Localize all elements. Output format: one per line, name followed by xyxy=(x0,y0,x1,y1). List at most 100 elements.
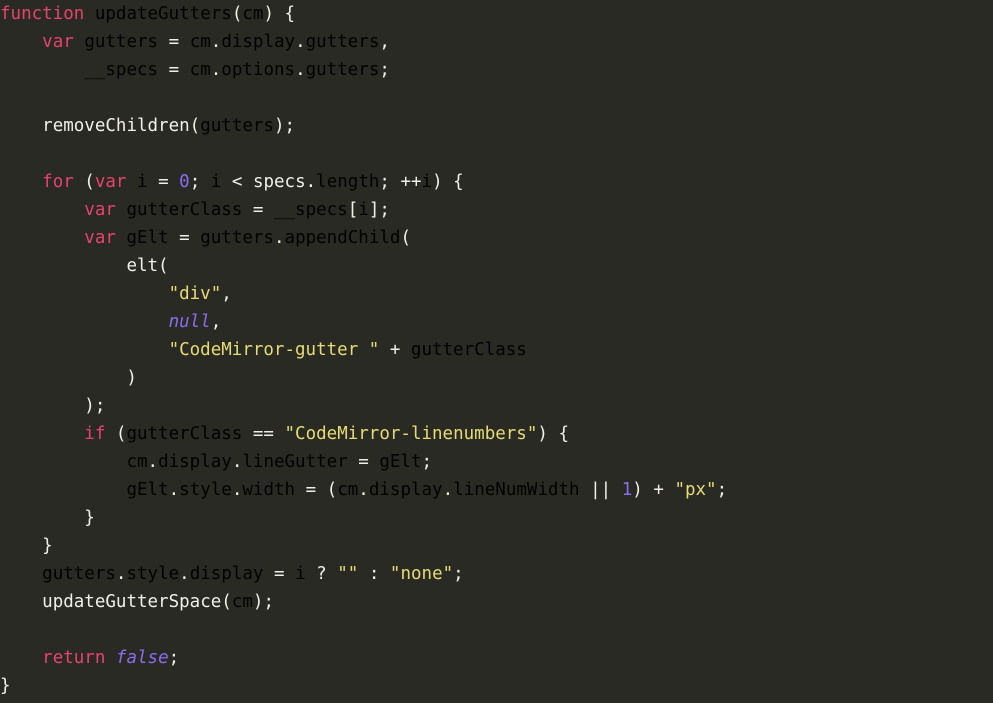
code-line[interactable]: } xyxy=(0,532,993,560)
code-token-number: 0 xyxy=(179,172,190,192)
code-line[interactable]: function updateGutters(cm) { xyxy=(0,0,993,28)
code-token-definition: __specs xyxy=(84,60,159,80)
code-token-plain: ); xyxy=(273,116,296,136)
code-line[interactable]: null, xyxy=(0,308,993,336)
code-token-variable: gutterClass xyxy=(126,424,243,444)
code-line[interactable]: } xyxy=(0,672,993,700)
code-token-plain: + xyxy=(379,340,411,360)
code-token-plain: ( xyxy=(221,592,232,612)
code-token-plain: ); xyxy=(0,396,106,416)
code-token-variable: gutters xyxy=(200,228,274,248)
code-line[interactable]: "CodeMirror-gutter " + gutterClass xyxy=(0,336,993,364)
code-line[interactable]: var gElt = gutters.appendChild( xyxy=(0,224,993,252)
code-token-plain: = xyxy=(242,200,274,220)
code-line[interactable]: gutters.style.display = i ? "" : "none"; xyxy=(0,560,993,588)
code-line[interactable]: var gutterClass = __specs[i]; xyxy=(0,196,993,224)
code-token-plain: = xyxy=(347,452,380,472)
code-token-plain: . xyxy=(179,564,190,584)
code-token-string: "" xyxy=(337,564,359,584)
code-token-definition: gutterClass xyxy=(126,200,243,220)
code-token-variable: i xyxy=(295,564,306,584)
code-token-plain: . xyxy=(358,480,369,500)
code-line[interactable] xyxy=(0,84,993,112)
code-line[interactable]: updateGutterSpace(cm); xyxy=(0,588,993,616)
code-line[interactable]: } xyxy=(0,504,993,532)
code-token-plain: ( xyxy=(105,424,127,444)
code-token-plain: ) xyxy=(0,368,137,388)
code-token-plain: : xyxy=(358,564,390,584)
code-token-variable: cm xyxy=(231,592,253,612)
code-line[interactable]: elt( xyxy=(0,252,993,280)
code-token-plain: specs xyxy=(252,172,306,192)
code-token-plain: . xyxy=(273,228,285,248)
code-token-property: lineGutter xyxy=(242,452,348,472)
code-token-definition: updateGutters xyxy=(94,4,232,24)
code-token-keyword: function xyxy=(0,4,85,24)
code-token-plain: = ( xyxy=(295,480,338,500)
code-token-plain: ]; xyxy=(368,200,390,220)
code-line[interactable]: __specs = cm.options.gutters; xyxy=(0,56,993,84)
code-token-plain: = xyxy=(263,564,296,584)
code-token-property: lineNumWidth xyxy=(453,480,580,500)
code-token-plain: . xyxy=(115,564,127,584)
code-line[interactable]: if (gutterClass == "CodeMirror-linenumbe… xyxy=(0,420,993,448)
code-token-keyword: var xyxy=(94,172,127,192)
code-line[interactable]: var gutters = cm.display.gutters, xyxy=(0,28,993,56)
code-token-plain: ; xyxy=(421,452,433,472)
code-token-plain: ? xyxy=(305,564,338,584)
code-token-plain: , xyxy=(379,32,390,52)
code-token-variable: gElt xyxy=(126,480,169,500)
code-line[interactable]: ); xyxy=(0,392,993,420)
code-token-atom: null xyxy=(168,312,211,332)
code-token-string: "CodeMirror-linenumbers" xyxy=(284,424,538,444)
code-token-atom: false xyxy=(115,648,169,668)
code-line[interactable]: "div", xyxy=(0,280,993,308)
code-token-plain: ; xyxy=(168,648,180,668)
code-token-property: display xyxy=(158,452,232,472)
code-token-variable: __specs xyxy=(273,200,348,220)
code-line[interactable] xyxy=(0,140,993,168)
code-line[interactable]: for (var i = 0; i < specs.length; ++i) { xyxy=(0,168,993,196)
code-token-plain: = xyxy=(158,32,190,52)
code-token-variable: gElt xyxy=(379,452,422,472)
code-content-area[interactable]: function updateGutters(cm) { var gutters… xyxy=(0,0,993,700)
code-token-property: display xyxy=(221,32,296,52)
code-token-plain: ; xyxy=(716,480,728,500)
code-line[interactable]: cm.display.lineGutter = gElt; xyxy=(0,448,993,476)
code-token-plain: ) { xyxy=(432,172,464,192)
code-token-plain: ( xyxy=(73,172,95,192)
code-token-property: options xyxy=(221,60,296,80)
code-token-plain: . xyxy=(295,32,306,52)
code-token-plain: . xyxy=(305,172,317,192)
code-token-property: style xyxy=(179,480,232,500)
code-editor[interactable]: function updateGutters(cm) { var gutters… xyxy=(0,0,993,703)
code-token-variable: gutters xyxy=(200,116,274,136)
code-line[interactable]: gElt.style.width = (cm.display.lineNumWi… xyxy=(0,476,993,504)
code-token-plain: , xyxy=(210,312,222,332)
code-token-keyword: var xyxy=(84,200,116,220)
code-token-variable: gutters xyxy=(42,564,116,584)
code-token-variable: cm xyxy=(337,480,359,500)
code-token-string: "CodeMirror-gutter " xyxy=(168,340,380,360)
code-line[interactable]: removeChildren(gutters); xyxy=(0,112,993,140)
code-token-property: gutters xyxy=(305,32,380,52)
code-token-plain: ( xyxy=(231,4,243,24)
code-token-plain: ; xyxy=(453,564,464,584)
code-line[interactable] xyxy=(0,616,993,644)
code-token-variable: cm xyxy=(126,452,148,472)
code-line[interactable]: return false; xyxy=(0,644,993,672)
code-line[interactable]: ) xyxy=(0,364,993,392)
code-token-string: "div" xyxy=(168,284,222,304)
code-token-plain: elt xyxy=(126,256,159,276)
